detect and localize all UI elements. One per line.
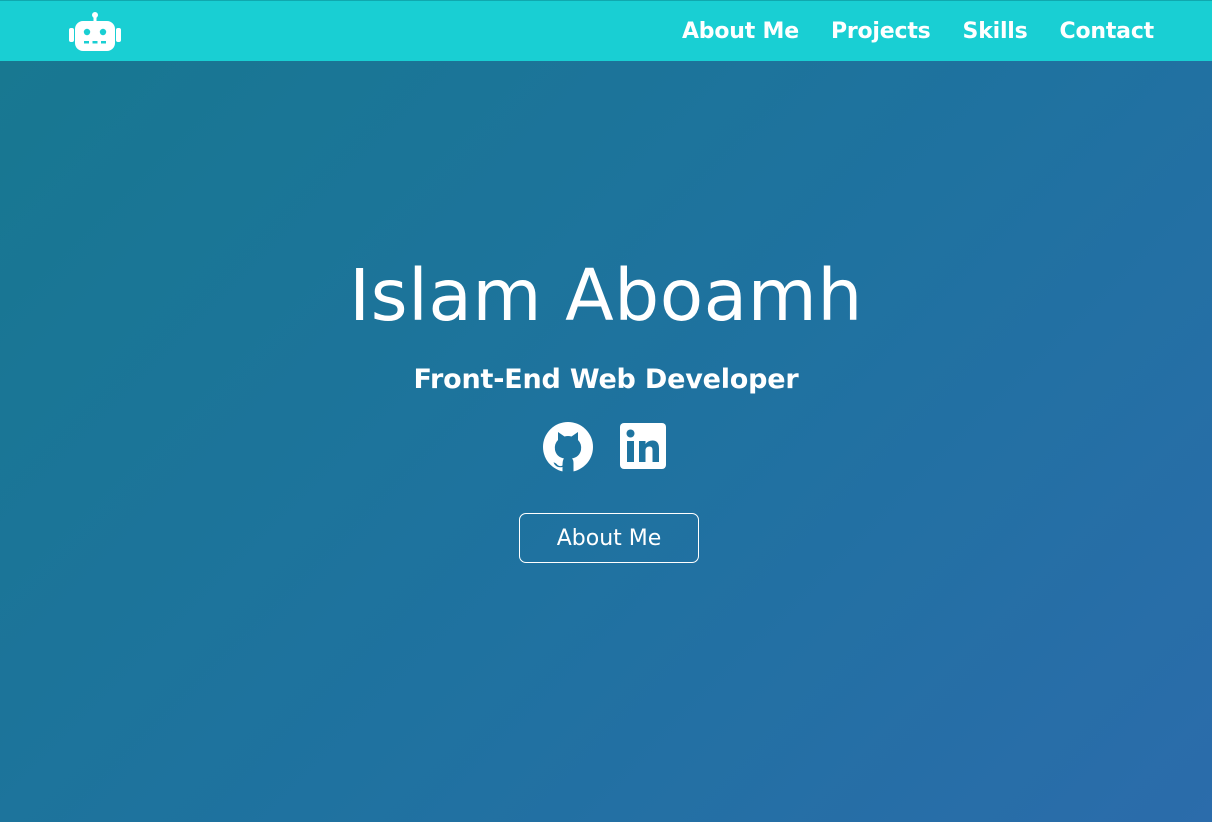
nav-skills[interactable]: Skills xyxy=(963,19,1028,44)
social-links xyxy=(0,421,1212,473)
navbar: About Me Projects Skills Contact xyxy=(0,0,1212,61)
linkedin-link[interactable] xyxy=(618,421,670,473)
nav-projects[interactable]: Projects xyxy=(831,19,931,44)
main-nav: About Me Projects Skills Contact xyxy=(650,1,1154,62)
nav-contact[interactable]: Contact xyxy=(1060,19,1155,44)
linkedin-icon xyxy=(620,423,666,469)
hero-name: Islam Aboamh xyxy=(349,254,863,337)
hero-role: Front-End Web Developer xyxy=(413,364,799,395)
home-logo-link[interactable] xyxy=(68,11,122,53)
github-icon xyxy=(543,422,593,472)
robot-icon xyxy=(69,12,121,51)
github-link[interactable] xyxy=(542,421,594,473)
about-me-button[interactable]: About Me xyxy=(519,513,699,563)
nav-about-me[interactable]: About Me xyxy=(682,19,799,44)
hero-section: Islam Aboamh Front-End Web Developer Abo… xyxy=(0,61,1212,822)
